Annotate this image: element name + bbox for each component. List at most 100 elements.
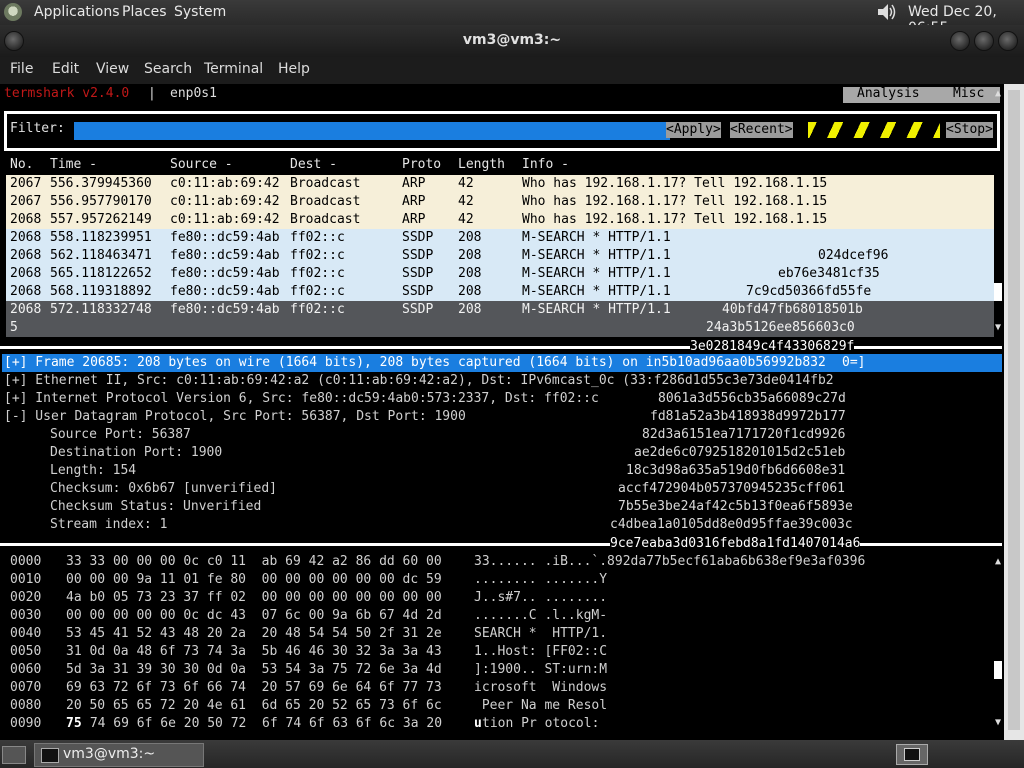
column-length[interactable]: Length [458,157,505,172]
detail-field[interactable]: Stream index: 1 [50,517,167,532]
column-time[interactable]: Time - [50,157,97,172]
column-source[interactable]: Source - [170,157,233,172]
hex-bytes[interactable]: 53 45 41 52 43 48 20 2a 20 48 54 54 50 2… [66,626,442,641]
stop-button[interactable]: <Stop> [946,122,993,138]
packet-info: M-SEARCH * HTTP/1.1 [522,248,671,263]
packet-list-scrollbar-thumb[interactable] [994,283,1002,301]
detail-udp[interactable]: [-] User Datagram Protocol, Src Port: 56… [4,409,466,424]
window-title: vm3@vm3:~ [462,32,562,48]
menu-search[interactable]: Search [144,61,192,77]
detail-ipv6[interactable]: [+] Internet Protocol Version 6, Src: fe… [4,391,599,406]
hex-ascii[interactable]: tion Pr otocol: [482,716,599,731]
packet-row[interactable]: 2068 562.118463471 fe80::dc59:4ab ff02::… [6,247,994,265]
system-menu[interactable]: System [174,4,226,20]
packet-proto: SSDP [402,284,434,299]
packet-dest: ff02::c [290,230,345,245]
detail-field[interactable]: Source Port: 56387 [50,427,191,442]
taskbar-terminal-label: vm3@vm3:~ [63,746,156,762]
detail-field[interactable]: Destination Port: 1900 [50,445,222,460]
menu-view[interactable]: View [96,61,129,77]
column-no[interactable]: No. [10,157,33,172]
hex-ascii[interactable]: SEARCH * HTTP/1. [474,626,607,641]
close-icon[interactable] [998,31,1018,51]
detail-ethernet[interactable]: [+] Ethernet II, Src: c0:11:ab:69:42:a2 … [4,373,834,388]
packet-proto: ARP [402,194,426,209]
hex-bytes[interactable]: 5d 3a 31 39 30 30 0d 0a 53 54 3a 75 72 6… [66,662,442,677]
column-info[interactable]: Info - [522,157,569,172]
detail-field[interactable]: Checksum Status: Unverified [50,499,261,514]
interface-name: enp0s1 [170,86,217,101]
scroll-up-icon[interactable]: ▲ [995,88,1001,99]
hex-bytes[interactable]: 4a b0 05 73 23 37 ff 02 00 00 00 00 00 0… [66,590,442,605]
divider-overlay-id: 9ce7eaba3d0316febd8a1fd1407014a6 [610,536,861,551]
hex-bytes[interactable]: 74 69 6f 6e 20 50 72 6f 74 6f 63 6f 6c 3… [82,716,442,731]
packet-row[interactable]: 2068 557.957262149 c0:11:ab:69:42 Broadc… [6,211,994,229]
window-titlebar[interactable]: vm3@vm3:~ [0,25,1024,57]
hex-scrollbar-thumb[interactable] [994,661,1002,679]
volume-icon[interactable] [876,2,898,22]
apply-button[interactable]: <Apply> [666,122,721,138]
hex-ascii[interactable]: Peer Na me Resol [474,698,607,713]
packet-row-selected[interactable]: 2068 572.118332748 fe80::dc59:4ab ff02::… [6,301,994,337]
packet-row[interactable]: 2067 556.379945360 c0:11:ab:69:42 Broadc… [6,175,994,193]
hex-bytes[interactable]: 20 50 65 65 72 20 4e 61 6d 65 20 52 65 7… [66,698,442,713]
applications-menu[interactable]: Applications [34,4,120,20]
packet-row[interactable]: 2068 558.118239951 fe80::dc59:4ab ff02::… [6,229,994,247]
hex-ascii[interactable]: ........ .......Y [474,572,607,587]
packet-no: 2067 [10,176,42,191]
hex-ascii[interactable]: 1..Host: [FF02::C [474,644,607,659]
hex-bytes[interactable]: 69 63 72 6f 73 6f 66 74 20 57 69 6e 64 6… [66,680,442,695]
menu-file[interactable]: File [10,61,33,77]
workspace-switcher[interactable] [896,744,928,765]
scroll-down-icon[interactable]: ▼ [995,717,1001,728]
menu-terminal[interactable]: Terminal [204,61,263,77]
taskbar-terminal-button[interactable]: vm3@vm3:~ [34,743,204,767]
packet-length: 42 [458,176,474,191]
column-proto[interactable]: Proto [402,157,441,172]
minimize-icon[interactable] [950,31,970,51]
hex-offset: 0070 [10,680,42,695]
detail-field[interactable]: Length: 154 [50,463,136,478]
hex-ascii[interactable]: J..s#7.. ........ [474,590,607,605]
column-dest[interactable]: Dest - [290,157,337,172]
packet-proto: SSDP [402,248,434,263]
places-menu[interactable]: Places [122,4,167,20]
packet-source: c0:11:ab:69:42 [170,194,280,209]
overlay-id: 7b55e3be24af42c5b13f0ea6f5893e [618,499,853,514]
detail-frame[interactable]: [+] Frame 20685: 208 bytes on wire (1664… [4,355,826,370]
packet-row[interactable]: 2068 565.118122652 fe80::dc59:4ab ff02::… [6,265,994,283]
hex-bytes-cursor[interactable]: 75 [66,716,82,731]
terminal-scrollbar-thumb[interactable] [1008,90,1020,730]
terminal-area[interactable]: termshark v2.4.0 | enp0s1 Analysis Misc … [0,84,1024,740]
packet-row[interactable]: 2067 556.957790170 c0:11:ab:69:42 Broadc… [6,193,994,211]
packet-length: 208 [458,248,482,263]
menu-edit[interactable]: Edit [52,61,79,77]
hex-ascii-cursor[interactable]: u [474,716,482,731]
filter-input[interactable] [74,122,670,140]
hex-offset: 0050 [10,644,42,659]
packet-info: M-SEARCH * HTTP/1.1 [522,284,671,299]
packet-time: 572.118332748 [50,302,152,317]
hex-bytes[interactable]: 00 00 00 00 00 0c dc 43 07 6c 00 9a 6b 6… [66,608,442,623]
hex-bytes[interactable]: 33 33 00 00 00 0c c0 11 ab 69 42 a2 86 d… [66,554,442,569]
overlay-id: 8061a3d556cb35a66089c27d [658,391,846,406]
tab-analysis[interactable]: Analysis [857,86,920,101]
recent-button[interactable]: <Recent> [730,122,793,138]
menu-help[interactable]: Help [278,61,310,77]
packet-overlay-id: 024dcef96 [818,248,889,263]
packet-overlay-id: 24a3b5126ee856603c0 [706,320,855,335]
detail-field[interactable]: Checksum: 0x6b67 [unverified] [50,481,277,496]
show-desktop-icon[interactable] [2,746,26,764]
packet-row[interactable]: 2068 568.119318892 fe80::dc59:4ab ff02::… [6,283,994,301]
hex-bytes[interactable]: 00 00 00 9a 11 01 fe 80 00 00 00 00 00 0… [66,572,442,587]
hex-bytes[interactable]: 31 0d 0a 48 6f 73 74 3a 5b 46 46 30 32 3… [66,644,442,659]
tab-misc[interactable]: Misc [953,86,984,101]
scroll-up-icon[interactable]: ▲ [995,556,1001,567]
hex-ascii[interactable]: 33...... .iB...`.892da77b5ecf61aba6b638e… [474,554,865,569]
hex-ascii[interactable]: .......C .l..kgM- [474,608,607,623]
maximize-icon[interactable] [974,31,994,51]
scroll-down-icon[interactable]: ▼ [995,322,1001,333]
hex-ascii[interactable]: ]:1900.. ST:urn:M [474,662,607,677]
gnome-foot-icon[interactable] [4,3,22,21]
hex-ascii[interactable]: icrosoft Windows [474,680,607,695]
